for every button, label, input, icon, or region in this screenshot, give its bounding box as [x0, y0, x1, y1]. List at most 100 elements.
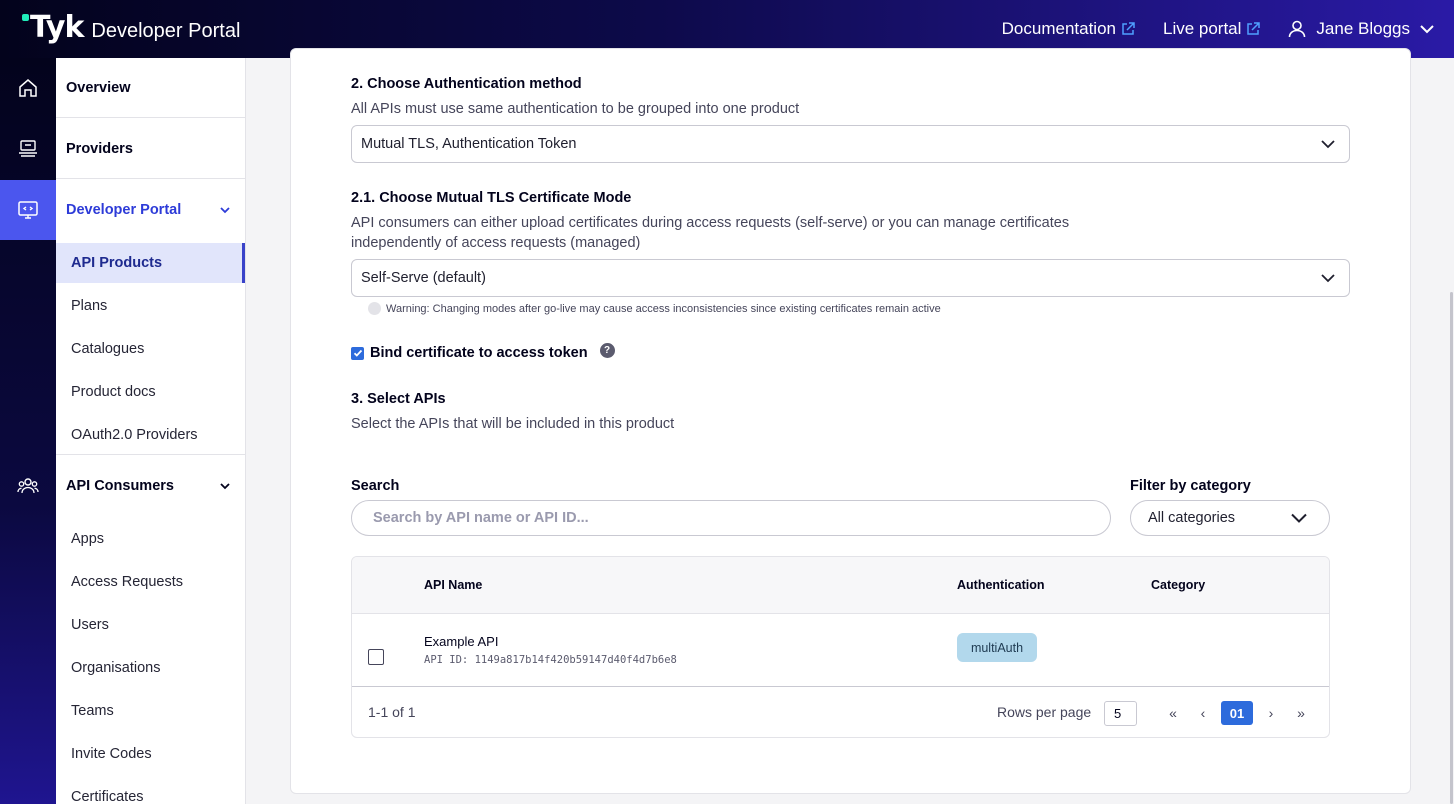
sidebar-item-users[interactable]: Users [56, 605, 245, 645]
page-scrollbar[interactable] [1450, 292, 1453, 804]
tyk-logo[interactable]: Tyk Developer Portal [22, 12, 240, 47]
documentation-link[interactable]: Documentation [1002, 19, 1135, 39]
auth-method-heading: 2. Choose Authentication method [351, 76, 582, 92]
sidebar-item-label: Teams [71, 703, 114, 719]
rows-per-page-label: Rows per page [997, 704, 1092, 720]
sidebar-item-label: Developer Portal [66, 202, 182, 218]
sidebar-item-organisations[interactable]: Organisations [56, 648, 245, 688]
sidebar-item-plans[interactable]: Plans [56, 286, 245, 326]
rail-providers[interactable] [0, 119, 56, 179]
last-page-button[interactable]: » [1293, 701, 1309, 725]
sidebar-item-label: Certificates [71, 789, 144, 804]
row-select-checkbox[interactable] [368, 649, 384, 665]
user-name: Jane Bloggs [1316, 19, 1410, 38]
auth-badge: multiAuth [957, 633, 1037, 662]
sidebar-item-label: Invite Codes [71, 746, 152, 762]
mtls-mode-help-line-2: independently of access requests (manage… [351, 235, 641, 251]
sidebar-item-label: API Consumers [66, 478, 174, 494]
sidebar-item-label: Plans [71, 298, 108, 314]
api-name: Example API [424, 634, 499, 649]
category-filter-select[interactable]: All categories [1130, 500, 1330, 536]
pagination-range: 1-1 of 1 [368, 704, 416, 720]
external-link-icon [1247, 22, 1261, 35]
sidebar-item-access-requests[interactable]: Access Requests [56, 562, 245, 602]
help-icon[interactable]: ? [599, 342, 615, 358]
chevron-down-icon [1321, 140, 1335, 149]
sidebar-item-apps[interactable]: Apps [56, 519, 245, 559]
sidebar-item-label: Organisations [71, 660, 161, 676]
logo-mark: Tyk [30, 10, 84, 45]
sidebar: Overview Providers Developer Portal API … [56, 58, 246, 804]
bind-certificate-checkbox[interactable] [351, 346, 364, 360]
table-header: API Name Authentication Category [352, 557, 1329, 614]
column-category[interactable]: Category [1151, 578, 1205, 592]
api-id: API ID: 1149a817b14f420b59147d40f4d7b6e8 [424, 654, 677, 666]
next-page-button[interactable]: › [1263, 701, 1279, 725]
sidebar-item-label: Users [71, 617, 109, 633]
sidebar-item-overview[interactable]: Overview [56, 58, 245, 118]
bind-certificate-label: Bind certificate to access token [370, 345, 588, 361]
checkmark-icon [353, 349, 362, 357]
table-footer: 1-1 of 1 Rows per page 5 « ‹ 01 › » [352, 687, 1329, 737]
search-label: Search [351, 478, 400, 494]
user-menu[interactable]: Jane Bloggs [1288, 19, 1434, 39]
sidebar-item-label: Providers [66, 140, 133, 157]
sidebar-item-certificates[interactable]: Certificates [56, 777, 245, 804]
sidebar-item-catalogues[interactable]: Catalogues [56, 329, 245, 369]
live-portal-link[interactable]: Live portal [1162, 19, 1261, 39]
mtls-warning: Warning: Changing modes after go-live ma… [368, 302, 941, 315]
product-name: Developer Portal [91, 20, 241, 42]
rail-developer-portal[interactable] [0, 180, 56, 240]
auth-method-value: Mutual TLS, Authentication Token [361, 136, 577, 152]
providers-icon [19, 140, 37, 157]
filter-label: Filter by category [1130, 478, 1251, 494]
chevron-down-icon [1420, 25, 1434, 34]
mtls-mode-select[interactable]: Self-Serve (default) [351, 259, 1350, 297]
auth-method-help: All APIs must use same authentication to… [351, 101, 800, 117]
chevron-down-icon [1291, 513, 1307, 523]
sidebar-item-oauth-providers[interactable]: OAuth2.0 Providers [56, 415, 245, 455]
sidebar-item-label: Catalogues [71, 341, 145, 357]
category-filter-value: All categories [1148, 510, 1236, 526]
apis-table: API Name Authentication Category Example… [351, 556, 1330, 738]
sidebar-item-invite-codes[interactable]: Invite Codes [56, 734, 245, 774]
sidebar-item-label: API Products [71, 255, 163, 271]
sidebar-item-developer-portal[interactable]: Developer Portal [56, 180, 245, 240]
home-icon [19, 79, 37, 97]
column-authentication[interactable]: Authentication [957, 578, 1045, 592]
table-row[interactable]: Example API API ID: 1149a817b14f420b5914… [352, 614, 1329, 687]
prev-page-button[interactable]: ‹ [1195, 701, 1211, 725]
select-apis-heading: 3. Select APIs [351, 391, 446, 407]
main-content: 2. Choose Authentication method All APIs… [246, 48, 1454, 804]
chevron-down-icon [1321, 274, 1335, 283]
first-page-button[interactable]: « [1165, 701, 1181, 725]
rail-home[interactable] [0, 58, 56, 118]
chevron-down-icon [220, 483, 230, 490]
user-icon [1289, 20, 1306, 38]
sidebar-item-label: Apps [71, 531, 105, 547]
sidebar-item-label: Access Requests [71, 574, 184, 590]
live-portal-label: Live portal [1162, 19, 1242, 38]
current-page-button[interactable]: 01 [1221, 701, 1253, 725]
auth-method-select[interactable]: Mutual TLS, Authentication Token [351, 125, 1350, 163]
bind-certificate-row: Bind certificate to access token ? [351, 342, 615, 361]
sidebar-item-api-products[interactable]: API Products [56, 243, 245, 283]
sidebar-item-product-docs[interactable]: Product docs [56, 372, 245, 412]
column-api-name[interactable]: API Name [424, 578, 482, 592]
product-form-card: 2. Choose Authentication method All APIs… [290, 48, 1411, 794]
portal-monitor-icon [18, 201, 38, 219]
info-icon [368, 302, 381, 315]
warning-text: Warning: Changing modes after go-live ma… [386, 302, 941, 315]
rows-per-page-input[interactable]: 5 [1104, 701, 1137, 726]
sidebar-item-providers[interactable]: Providers [56, 119, 245, 179]
rail-api-consumers[interactable] [0, 456, 56, 516]
sidebar-item-label: Overview [66, 79, 131, 96]
mtls-mode-value: Self-Serve (default) [361, 270, 486, 286]
select-apis-help: Select the APIs that will be included in… [351, 416, 675, 432]
sidebar-item-api-consumers[interactable]: API Consumers [56, 456, 245, 516]
sidebar-item-label: OAuth2.0 Providers [71, 426, 198, 443]
sidebar-item-label: Product docs [71, 384, 156, 400]
sidebar-item-teams[interactable]: Teams [56, 691, 245, 731]
external-link-icon [1122, 22, 1135, 35]
search-input[interactable] [351, 500, 1111, 536]
